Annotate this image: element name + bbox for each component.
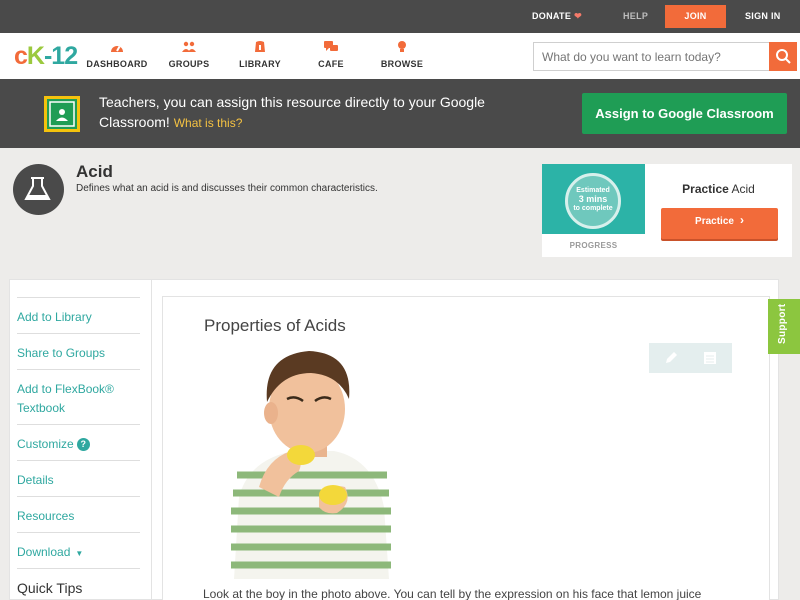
caret-down-icon: ▼: [75, 549, 84, 558]
practice-button[interactable]: Practice ›: [661, 208, 778, 239]
quick-tips-heading[interactable]: Quick Tips: [17, 568, 140, 600]
add-to-flexbook-link[interactable]: Add to FlexBook® Textbook: [17, 369, 140, 424]
concept-description: Defines what an acid is and discusses th…: [76, 183, 378, 194]
top-utility-bar: DONATE ❤ HELP JOIN SIGN IN: [0, 0, 800, 33]
library-icon: [255, 41, 265, 52]
nav-dashboard[interactable]: DASHBOARD: [82, 41, 152, 69]
boy-eating-lemon-image: [231, 351, 391, 579]
chemistry-flask-icon: [13, 164, 64, 215]
search-icon: [776, 49, 791, 64]
nav-cafe[interactable]: CAFE: [296, 41, 366, 69]
main-navbar: cK-12 DASHBOARD GROUPS LIBRARY CAFE BROW…: [0, 33, 800, 79]
practice-card: Estimated 3 mins to complete PROGRESS Pr…: [542, 164, 792, 257]
lesson-title: Properties of Acids: [204, 316, 346, 335]
assign-google-classroom-button[interactable]: Assign to Google Classroom: [582, 93, 787, 134]
customize-link[interactable]: Customize?: [17, 424, 140, 460]
google-classroom-banner: Teachers, you can assign this resource d…: [0, 79, 800, 148]
help-link[interactable]: HELP: [623, 0, 648, 33]
groups-icon: [182, 41, 196, 52]
cafe-icon: [324, 41, 338, 51]
donate-label: DONATE: [532, 11, 572, 21]
dashboard-icon: [111, 46, 123, 52]
ck12-logo[interactable]: cK-12: [14, 42, 78, 71]
join-button[interactable]: JOIN: [665, 5, 726, 28]
download-link[interactable]: Download ▼: [17, 532, 140, 568]
help-question-icon[interactable]: ?: [76, 438, 90, 451]
resource-sidebar: Add to Library Share to Groups Add to Fl…: [10, 280, 152, 600]
nav-browse[interactable]: BROWSE: [367, 41, 437, 69]
notes-icon[interactable]: [702, 350, 718, 366]
pencil-icon[interactable]: [663, 350, 679, 366]
lesson-content: Properties of Acids Look at the boy in t…: [162, 296, 770, 600]
progress-label: PROGRESS: [569, 241, 618, 250]
annotation-tools: [649, 343, 732, 373]
sign-in-link[interactable]: SIGN IN: [745, 0, 781, 33]
practice-thumbnail: Estimated 3 mins to complete: [542, 164, 645, 234]
what-is-this-link[interactable]: What is this?: [174, 116, 243, 130]
support-tab[interactable]: Support: [768, 299, 800, 354]
chevron-right-icon: ›: [739, 213, 744, 227]
browse-icon: [398, 41, 406, 52]
donate-link[interactable]: DONATE ❤: [532, 0, 582, 33]
add-to-library-link[interactable]: Add to Library: [17, 297, 140, 333]
banner-message: Teachers, you can assign this resource d…: [99, 94, 485, 130]
lesson-paragraph: Look at the boy in the photo above. You …: [203, 587, 702, 600]
heart-icon: ❤: [574, 11, 582, 21]
concept-title: Acid: [76, 162, 113, 181]
search-input[interactable]: [533, 42, 769, 71]
nav-groups[interactable]: GROUPS: [154, 41, 224, 69]
share-to-groups-link[interactable]: Share to Groups: [17, 333, 140, 369]
search-button[interactable]: [769, 42, 797, 71]
nav-library[interactable]: LIBRARY: [225, 41, 295, 69]
estimated-time-badge: Estimated 3 mins to complete: [565, 173, 621, 229]
google-classroom-icon: [44, 96, 80, 132]
practice-name: Practice Acid: [682, 182, 755, 196]
resources-link[interactable]: Resources: [17, 496, 140, 532]
details-link[interactable]: Details: [17, 460, 140, 496]
main-panel: Add to Library Share to Groups Add to Fl…: [9, 279, 779, 600]
